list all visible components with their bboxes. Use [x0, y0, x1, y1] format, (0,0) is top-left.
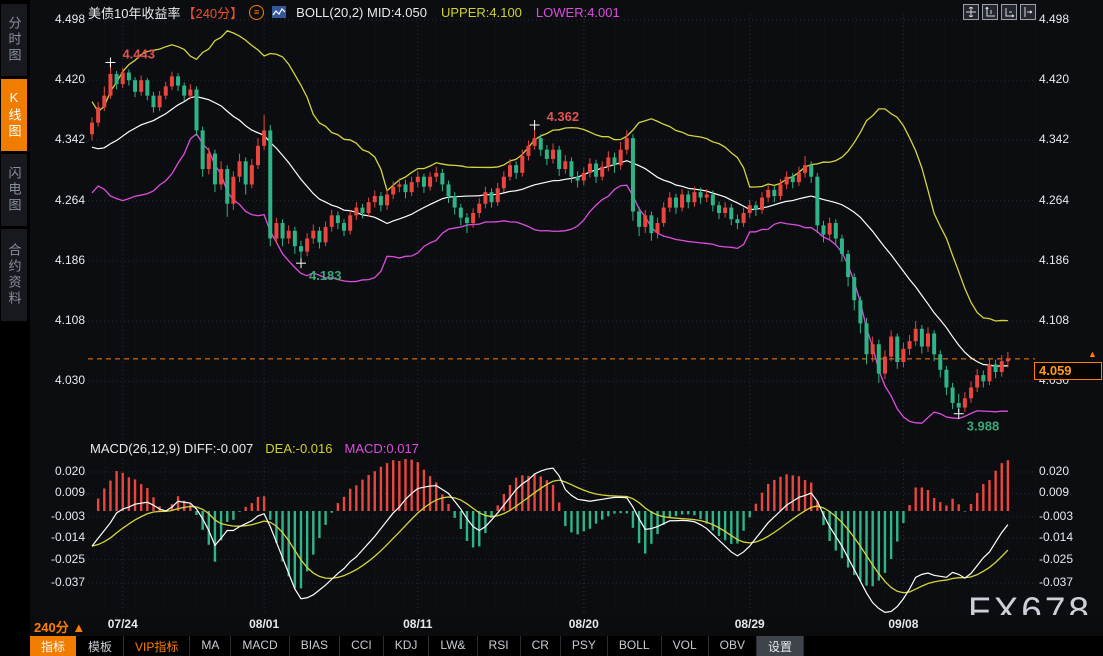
sidebar-tab-kline-chart[interactable]: K线图	[1, 79, 27, 151]
macd-axis-label-right: 0.009	[1039, 485, 1097, 499]
toolbar-item-15[interactable]: OBV	[709, 636, 757, 656]
y-axis-label-left: 4.108	[36, 313, 85, 327]
macd-axis-label-left: -0.037	[36, 575, 85, 589]
macd-axis-label-left: -0.003	[36, 509, 85, 523]
macd-axis-label-left: 0.020	[36, 464, 85, 478]
y-axis-label-right: 4.420	[1039, 72, 1097, 86]
toolbar-item-13[interactable]: BOLL	[608, 636, 662, 656]
toolbar-item-4[interactable]: MA	[190, 636, 231, 656]
price-annotation: 4.183	[309, 268, 342, 283]
chart-header: 美债10年收益率【240分】 ≡ BOLL(20,2) MID:4.050 UPPER…	[88, 3, 620, 21]
date-axis-label: 08/01	[241, 617, 287, 631]
y-axis-label-right: 4.108	[1039, 313, 1097, 327]
y-axis-label-left: 4.030	[36, 373, 85, 387]
boll-mid-value: BOLL(20,2) MID:4.050	[296, 5, 427, 20]
date-axis-label: 07/24	[100, 617, 146, 631]
sidebar-tab-contract-info[interactable]: 合约资料	[1, 229, 27, 321]
toolbar-item-11[interactable]: CR	[521, 636, 561, 656]
macd-axis-label-left: -0.014	[36, 530, 85, 544]
period-label: 【240分】	[182, 3, 243, 22]
date-axis-label: 09/08	[880, 617, 926, 631]
toolbar-item-16[interactable]: 设置	[757, 636, 804, 656]
macd-header: MACD(26,12,9) DIFF:-0.007 DEA:-0.016 MACD:…	[90, 441, 419, 456]
sidebar-tab-time-chart[interactable]: 分时图	[1, 4, 27, 76]
symbol-title: 美债10年收益率	[88, 3, 180, 22]
price-annotation: 4.443	[122, 46, 155, 61]
date-axis-label: 08/29	[727, 617, 773, 631]
toolbar-item-8[interactable]: KDJ	[384, 636, 430, 656]
mini-chart-icon[interactable]	[272, 6, 286, 18]
macd-value: MACD:0.017	[344, 441, 418, 456]
chart-tool-icons	[963, 4, 1036, 20]
toolbar-item-9[interactable]: LW&	[429, 636, 477, 656]
indicator-toolbar: 指标模板VIP指标MAMACDBIASCCIKDJLW&RSICRPSYBOLL…	[30, 636, 1103, 656]
indicator-menu-icon[interactable]: ≡	[249, 5, 264, 20]
toolbar-item-1[interactable]: 指标	[30, 636, 77, 656]
boll-upper-value: UPPER:4.100	[441, 5, 522, 20]
macd-axis-label-left: 0.009	[36, 485, 85, 499]
y-axis-scale-icon[interactable]	[982, 4, 998, 20]
y-axis-label-right: 4.186	[1039, 253, 1097, 267]
pan-right-icon[interactable]	[1020, 4, 1036, 20]
main-chart-canvas[interactable]: 4.443 4.362 4.183 3.988	[30, 0, 1103, 615]
y-axis-label-left: 4.498	[36, 12, 85, 26]
macd-axis-label-right: -0.014	[1039, 530, 1097, 544]
price-marker-arrow-icon: ▲	[1088, 349, 1097, 359]
sidebar: 分时图 K线图 闪电图 合约资料	[0, 0, 28, 656]
y-axis-label-right: 4.498	[1039, 12, 1097, 26]
toolbar-item-7[interactable]: CCI	[340, 636, 384, 656]
y-axis-label-left: 4.186	[36, 253, 85, 267]
move-tool-icon[interactable]	[963, 4, 979, 20]
status-bar: 240分 ▲ 07/24 08/01 08/11 08/20 08/29 09/08	[30, 615, 1103, 636]
toolbar-item-2[interactable]: 模板	[77, 636, 124, 656]
macd-diff-value: MACD(26,12,9) DIFF:-0.007	[90, 441, 253, 456]
macd-dea-value: DEA:-0.016	[265, 441, 332, 456]
toolbar-item-14[interactable]: VOL	[662, 636, 709, 656]
price-annotation: 4.362	[547, 109, 580, 124]
toolbar-item-5[interactable]: MACD	[231, 636, 289, 656]
x-axis-scale-icon[interactable]	[1001, 4, 1017, 20]
y-axis-label-right: 4.264	[1039, 193, 1097, 207]
toolbar-item-6[interactable]: BIAS	[290, 636, 340, 656]
macd-axis-label-left: -0.025	[36, 552, 85, 566]
y-axis-label-left: 4.420	[36, 72, 85, 86]
macd-axis-label-right: 0.020	[1039, 464, 1097, 478]
macd-axis-label-right: -0.037	[1039, 575, 1097, 589]
macd-axis-label-right: -0.003	[1039, 509, 1097, 523]
chart-area[interactable]: 4.443 4.362 4.183 3.988	[30, 0, 1103, 615]
boll-lower-value: LOWER:4.001	[536, 5, 620, 20]
toolbar-item-3[interactable]: VIP指标	[124, 636, 190, 656]
y-axis-label-left: 4.264	[36, 193, 85, 207]
date-axis-label: 08/20	[561, 617, 607, 631]
toolbar-item-12[interactable]: PSY	[561, 636, 608, 656]
period-selector[interactable]: 240分 ▲	[34, 617, 85, 636]
date-axis-label: 08/11	[395, 617, 441, 631]
sidebar-tab-flash-chart[interactable]: 闪电图	[1, 154, 27, 226]
toolbar-item-10[interactable]: RSI	[478, 636, 521, 656]
y-axis-label-left: 4.342	[36, 132, 85, 146]
trading-app-window: { "sidebar": {"tabs": [ {"label": "分时图",…	[0, 0, 1103, 656]
current-price-badge: 4.059	[1034, 362, 1102, 380]
y-axis-label-right: 4.342	[1039, 132, 1097, 146]
period-arrow-icon: ▲	[72, 620, 85, 635]
price-annotation: 3.988	[967, 419, 1000, 434]
macd-axis-label-right: -0.025	[1039, 552, 1097, 566]
